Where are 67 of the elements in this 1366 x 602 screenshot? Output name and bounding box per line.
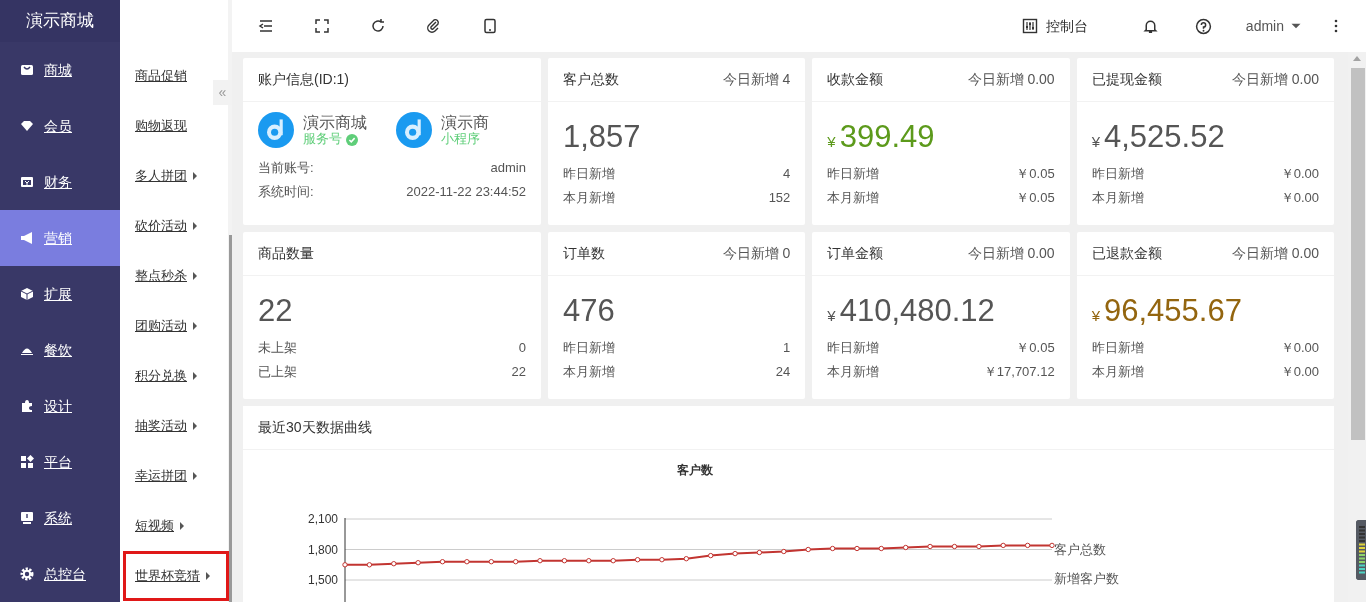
stat-value: 1,857 xyxy=(563,120,641,155)
row-label: 本月新增 xyxy=(563,189,615,208)
stat-value: 410,480.12 xyxy=(839,294,995,329)
card-title: 订单金额 xyxy=(827,244,884,263)
row-value: ￥0.05 xyxy=(1016,189,1055,208)
y-tick-label: 1,800 xyxy=(307,542,338,557)
app-name: 演示商 xyxy=(441,113,489,132)
card-title: 已提现金额 xyxy=(1091,70,1162,89)
brand-title: 演示商城 xyxy=(0,0,120,42)
app-type: 小程序 xyxy=(441,132,480,147)
row-label: 系统时间: xyxy=(258,183,314,201)
row-label: 昨日新增 xyxy=(827,165,880,184)
row-label: 昨日新增 xyxy=(1091,339,1144,358)
stat-value: 399.49 xyxy=(839,120,935,155)
row-value: ￥0.00 xyxy=(1280,189,1319,208)
card-title: 客户总数 xyxy=(563,70,619,89)
row-label: 本月新增 xyxy=(827,189,880,208)
card-title: 订单数 xyxy=(563,244,605,263)
today-count: 今日新增 0.00 xyxy=(967,70,1055,89)
row-label: 本月新增 xyxy=(1091,189,1144,208)
card-title: 商品数量 xyxy=(258,244,314,263)
row-label: 昨日新增 xyxy=(827,339,880,358)
row-value: 0 xyxy=(518,339,526,358)
row-value: 4 xyxy=(783,165,791,184)
currency-symbol: ¥ xyxy=(827,308,836,325)
stat-value: 4,525.52 xyxy=(1104,120,1225,155)
row-value: 152 xyxy=(768,189,791,208)
row-value: 2022-11-22 23:44:52 xyxy=(406,183,526,201)
y-tick-label: 1,500 xyxy=(307,573,338,587)
currency-symbol: ¥ xyxy=(1091,308,1100,325)
row-label: 昨日新增 xyxy=(1091,165,1144,184)
chart-title: 客户数 xyxy=(677,463,713,477)
row-label: 昨日新增 xyxy=(563,339,615,358)
row-value: ￥0.00 xyxy=(1280,339,1319,358)
row-value: ￥17,707.12 xyxy=(983,363,1055,382)
stat-value: 96,455.67 xyxy=(1104,294,1242,329)
row-label: 本月新增 xyxy=(1091,363,1144,382)
app-type: 服务号 xyxy=(303,132,342,147)
row-value: 24 xyxy=(775,363,791,382)
row-label: 本月新增 xyxy=(827,363,880,382)
row-label: 已上架 xyxy=(258,363,297,382)
currency-symbol: ¥ xyxy=(1091,134,1100,151)
card-title: 最近30天数据曲线 xyxy=(258,418,372,437)
card-title: 已退款金额 xyxy=(1091,244,1162,263)
row-label: 本月新增 xyxy=(563,363,615,382)
y-tick-label: 2,100 xyxy=(307,512,338,526)
currency-symbol: ¥ xyxy=(827,134,836,151)
row-label: 昨日新增 xyxy=(563,165,615,184)
row-label: 未上架 xyxy=(258,339,297,358)
app-name: 演示商城 xyxy=(303,113,367,132)
today-count: 今日新增 4 xyxy=(722,70,791,89)
card-title: 收款金额 xyxy=(827,70,884,89)
today-count: 今日新增 0.00 xyxy=(1231,70,1319,89)
stat-value: 476 xyxy=(563,294,615,329)
today-count: 今日新增 0 xyxy=(722,244,791,263)
today-count: 今日新增 0.00 xyxy=(1231,244,1319,263)
row-value: admin xyxy=(490,159,526,177)
row-value: ￥0.05 xyxy=(1016,165,1055,184)
row-value: ￥0.05 xyxy=(1016,339,1055,358)
row-label: 当前账号: xyxy=(258,159,314,177)
stat-value: 22 xyxy=(258,294,293,329)
today-count: 今日新增 0.00 xyxy=(967,244,1055,263)
row-value: 22 xyxy=(511,363,526,382)
card-title: 账户信息(ID:1) xyxy=(258,70,349,89)
row-value: ￥0.00 xyxy=(1280,165,1319,184)
row-value: ￥0.00 xyxy=(1280,363,1319,382)
row-value: 1 xyxy=(783,339,791,358)
